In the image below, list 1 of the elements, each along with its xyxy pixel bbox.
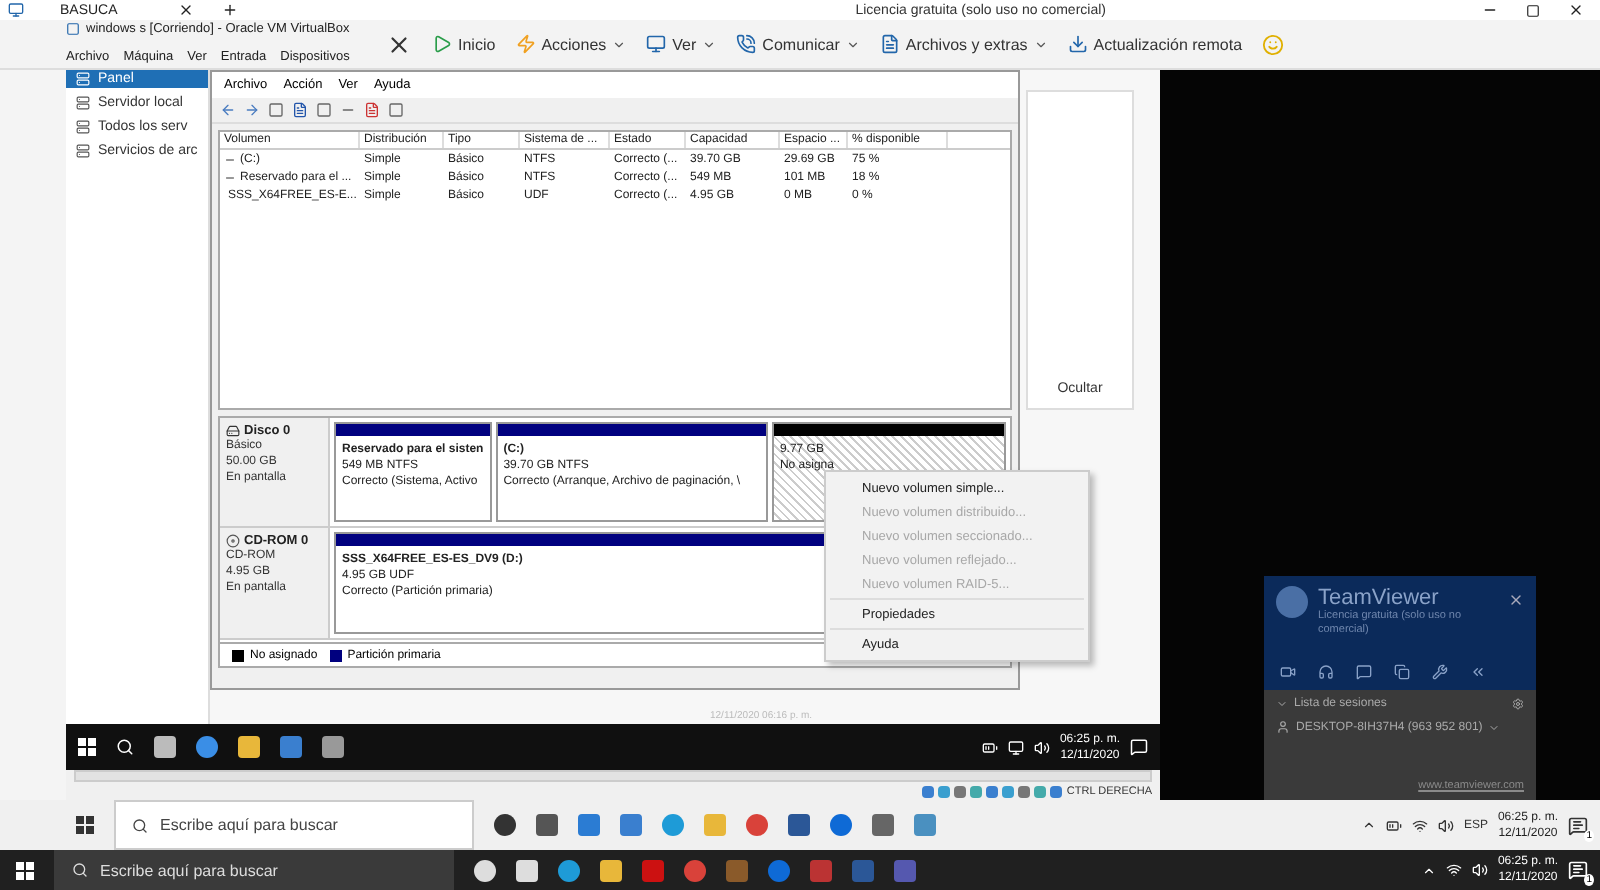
panel-title: TeamViewer xyxy=(1318,586,1441,610)
